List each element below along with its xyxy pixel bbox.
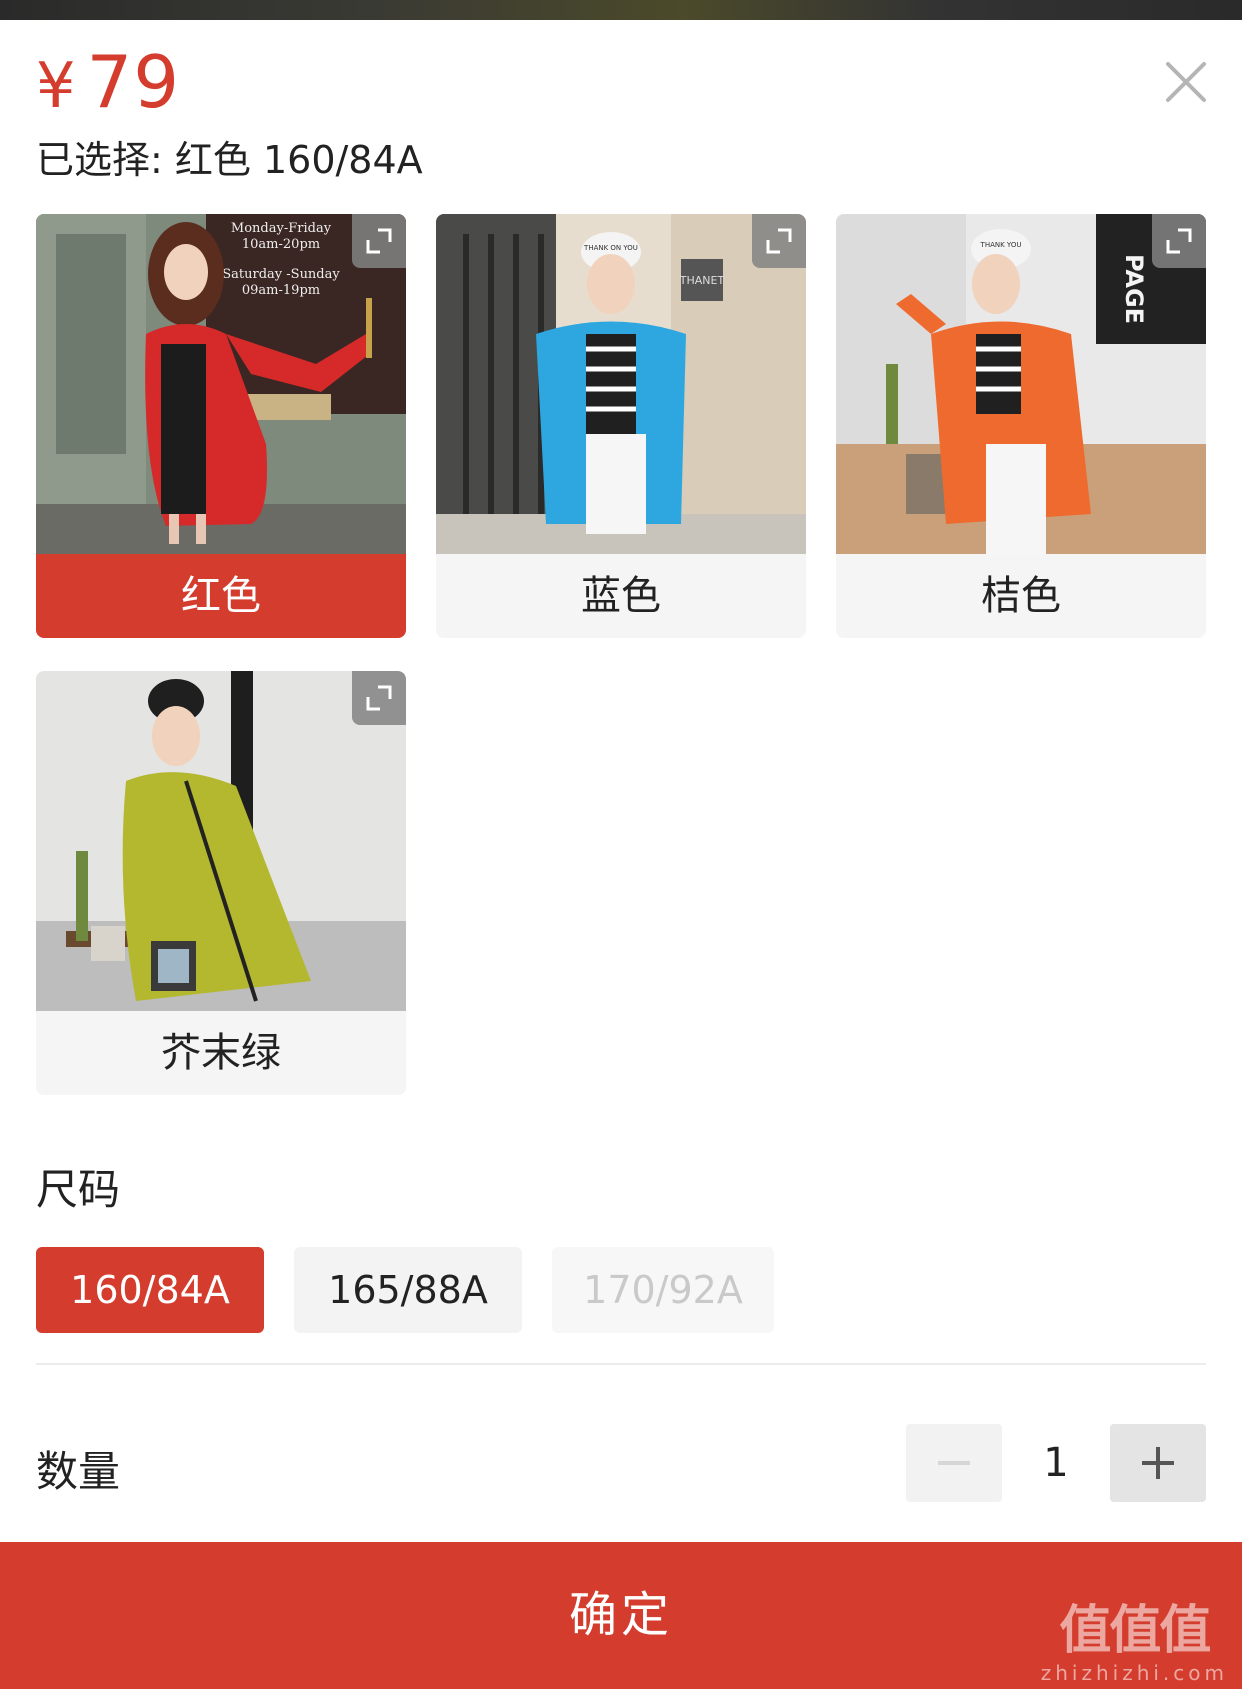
watermark: 值值值 zhizhizhi.com xyxy=(1041,1605,1228,1683)
size-option-170-92a: 170/92A xyxy=(552,1247,774,1333)
expand-photo-button[interactable] xyxy=(1152,214,1206,268)
expand-photo-button[interactable] xyxy=(352,214,406,268)
background-overlay-strip xyxy=(0,0,1242,20)
color-option-label: 蓝色 xyxy=(436,554,806,638)
color-option-orange[interactable]: PAGE THANK YOU 桔色 xyxy=(836,214,1206,638)
expand-photo-button[interactable] xyxy=(352,671,406,725)
expand-icon xyxy=(766,228,792,254)
expand-icon xyxy=(1166,228,1192,254)
sign-line-4: 09am-19pm xyxy=(242,283,320,298)
color-option-red[interactable]: Monday-Friday 10am-20pm Saturday -Sunday… xyxy=(36,214,406,638)
size-section-title: 尺码 xyxy=(36,1165,121,1214)
product-photo-mustard-green xyxy=(36,671,406,1011)
product-photo-blue: THANET THANK ON YOU xyxy=(436,214,806,554)
size-option-160-84a[interactable]: 160/84A xyxy=(36,1247,264,1333)
watermark-logo-text: 值值值 xyxy=(1059,1601,1211,1661)
watermark-url: zhizhizhi.com xyxy=(1040,1661,1228,1685)
divider xyxy=(36,1363,1206,1365)
sign-line-2: 10am-20pm xyxy=(242,237,320,252)
color-option-label: 红色 xyxy=(36,554,406,638)
product-photo-orange: PAGE THANK YOU xyxy=(836,214,1206,554)
close-button[interactable] xyxy=(1160,56,1212,108)
price-value: 79 xyxy=(86,40,181,124)
wall-plate-text: THANET xyxy=(679,274,725,287)
confirm-button[interactable]: 确定 值值值 zhizhizhi.com xyxy=(0,1542,1242,1689)
expand-icon xyxy=(366,685,392,711)
close-icon xyxy=(1166,62,1206,102)
currency-symbol: ¥ xyxy=(36,49,77,122)
color-option-label: 芥末绿 xyxy=(36,1011,406,1095)
product-photo-red: Monday-Friday 10am-20pm Saturday -Sunday… xyxy=(36,214,406,554)
selected-summary: 已选择: 红色 160/84A xyxy=(36,138,423,182)
wall-text: PAGE xyxy=(1120,254,1148,324)
quantity-increase-button[interactable] xyxy=(1110,1424,1206,1502)
sign-line-3: Saturday -Sunday xyxy=(222,267,340,282)
expand-icon xyxy=(366,228,392,254)
minus-icon xyxy=(938,1461,970,1465)
color-option-blue[interactable]: THANET THANK ON YOU 蓝色 xyxy=(436,214,806,638)
plus-icon xyxy=(1142,1447,1174,1479)
quantity-label: 数量 xyxy=(36,1447,121,1496)
cap-text: THANK ON YOU xyxy=(583,244,638,252)
price: ¥79 xyxy=(36,42,180,122)
color-option-mustard-green[interactable]: 芥末绿 xyxy=(36,671,406,1095)
confirm-label: 确定 xyxy=(568,1587,673,1643)
cap-text: THANK YOU xyxy=(980,241,1022,249)
size-option-165-88a[interactable]: 165/88A xyxy=(294,1247,522,1333)
quantity-decrease-button[interactable] xyxy=(906,1424,1002,1502)
sign-line-1: Monday-Friday xyxy=(231,221,332,236)
expand-photo-button[interactable] xyxy=(752,214,806,268)
sku-selector-sheet: ¥79 已选择: 红色 160/84A Monday-Friday 10am-2… xyxy=(0,20,1242,1689)
quantity-value[interactable]: 1 xyxy=(1008,1424,1104,1502)
color-option-label: 桔色 xyxy=(836,554,1206,638)
